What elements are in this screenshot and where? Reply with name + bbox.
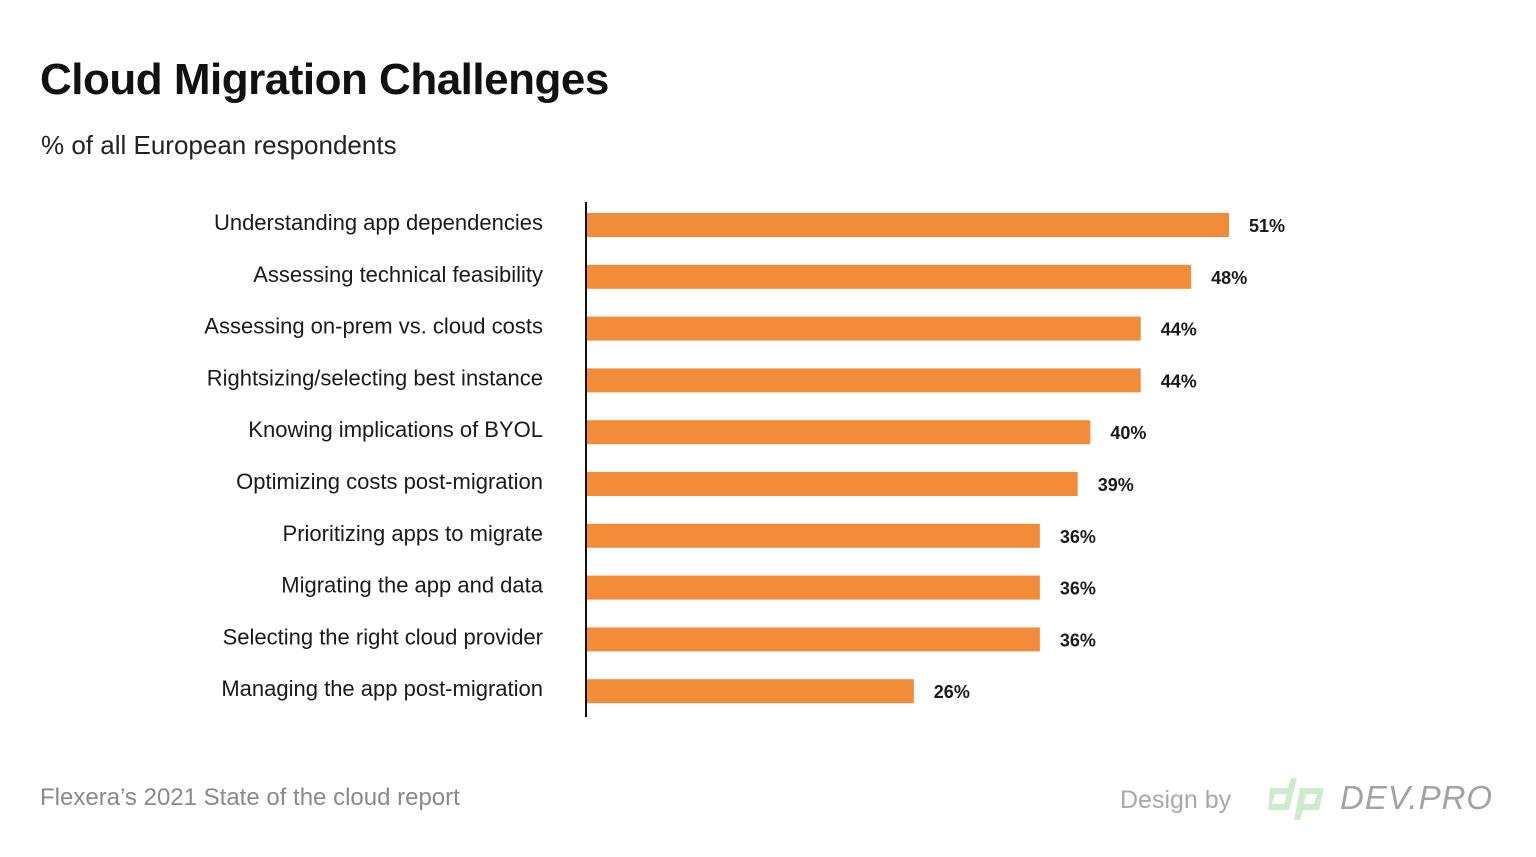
value-label: 36%	[1060, 630, 1096, 650]
value-label: 44%	[1161, 371, 1197, 391]
category-label: Managing the app post-migration	[221, 676, 543, 701]
category-label: Assessing technical feasibility	[253, 262, 543, 287]
value-label: 36%	[1060, 527, 1096, 547]
bar	[587, 420, 1091, 445]
devpro-logo: DEV.PRO	[1266, 776, 1493, 820]
bar	[587, 523, 1040, 548]
bar	[587, 368, 1141, 393]
value-label: 40%	[1110, 423, 1146, 443]
bar	[587, 316, 1141, 341]
bar	[587, 264, 1192, 289]
source-note: Flexera’s 2021 State of the cloud report	[40, 784, 460, 811]
bars-group: Understanding app dependencies 51% Assessi…	[204, 210, 1285, 704]
category-label: Assessing on-prem vs. cloud costs	[204, 314, 543, 339]
category-label: Rightsizing/selecting best instance	[207, 365, 543, 390]
value-label: 44%	[1161, 320, 1197, 340]
category-label: Knowing implications of BYOL	[248, 417, 543, 442]
value-label: 26%	[934, 682, 970, 702]
category-label: Selecting the right cloud provider	[223, 624, 543, 649]
bar	[587, 627, 1040, 652]
category-label: Prioritizing apps to migrate	[283, 521, 543, 546]
brand-name: DEV.PRO	[1340, 779, 1494, 816]
category-label: Understanding app dependencies	[214, 210, 543, 235]
category-label: Optimizing costs post-migration	[236, 469, 543, 494]
bar	[587, 679, 914, 704]
value-label: 39%	[1098, 475, 1134, 495]
value-label: 51%	[1249, 216, 1285, 236]
bar	[587, 575, 1040, 600]
design-by-label: Design by	[1120, 786, 1232, 814]
bar-chart: Understanding app dependencies 51% Assessi…	[204, 202, 1285, 717]
value-label: 48%	[1211, 268, 1247, 288]
dp-logo-icon	[1268, 778, 1324, 820]
category-label: Migrating the app and data	[281, 573, 544, 598]
bar	[587, 472, 1078, 496]
value-label: 36%	[1060, 579, 1096, 599]
bar	[587, 213, 1229, 237]
